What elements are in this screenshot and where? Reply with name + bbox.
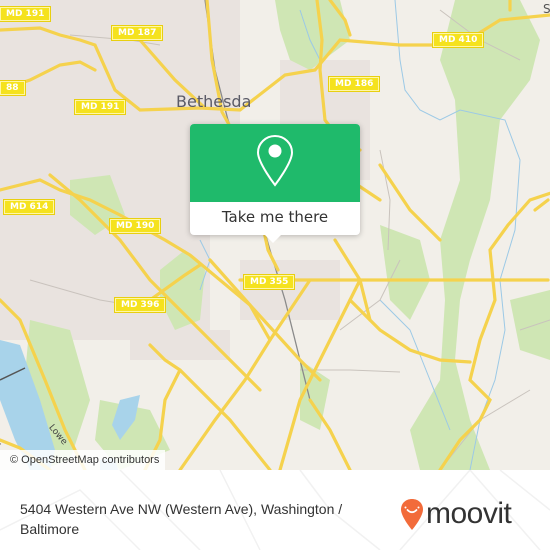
map-view[interactable]: MD 191 MD 187 MD 410 88 MD 191 MD 186 MD… (0, 0, 550, 470)
place-label-bethesda: Bethesda (176, 92, 252, 111)
road-label-md190: MD 190 (110, 219, 161, 233)
map-attribution[interactable]: © OpenStreetMap contributors (0, 450, 166, 470)
location-address: 5404 Western Ave NW (Western Ave), Washi… (20, 501, 343, 537)
road-label-md614: MD 614 (4, 200, 55, 214)
road-label-md191-top: MD 191 (0, 7, 51, 21)
road-label-md191-mid: MD 191 (75, 100, 126, 114)
moovit-pin-icon (401, 498, 423, 530)
road-label-md188: 88 (0, 81, 25, 95)
footer: 5404 Western Ave NW (Western Ave), Washi… (0, 470, 550, 550)
road-label-md355: MD 355 (244, 275, 295, 289)
edge-label: S (543, 2, 550, 16)
road-label-md410: MD 410 (433, 33, 484, 47)
popup-pointer (264, 234, 282, 243)
destination-popup: Take me there (190, 124, 360, 243)
map-pin-icon (256, 134, 294, 187)
popup-header (190, 124, 360, 202)
take-me-there-button[interactable]: Take me there (190, 202, 360, 235)
moovit-logo[interactable]: moovit (400, 497, 512, 531)
road-label-md187: MD 187 (112, 26, 163, 40)
moovit-wordmark: moovit (426, 497, 512, 530)
road-label-md396: MD 396 (115, 298, 166, 312)
road-label-md186: MD 186 (329, 77, 380, 91)
